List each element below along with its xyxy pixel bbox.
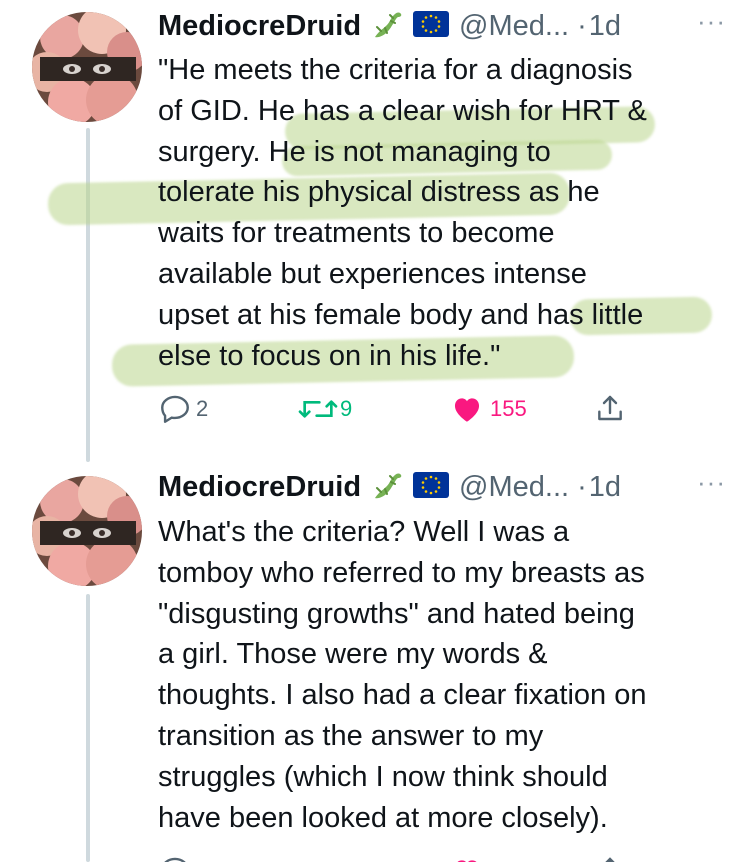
- reply-count: 2: [196, 396, 209, 421]
- retweet-count: 9: [340, 396, 353, 421]
- tweet-header: MediocreDruid @Med... · 1d: [158, 4, 621, 48]
- reply-icon: [158, 392, 192, 426]
- tweet-text-line: upset at his female body and has little: [158, 298, 644, 331]
- share-icon: [594, 392, 626, 426]
- tweet-text-line: surgery. He is not managing to: [158, 135, 551, 168]
- tweet-text-line: thoughts. I also had a clear fixation on: [158, 679, 647, 712]
- more-icon[interactable]: ···: [697, 467, 726, 498]
- share-button[interactable]: [594, 392, 626, 426]
- separator-dot: ·: [577, 9, 587, 42]
- retweet-icon: [298, 392, 338, 426]
- tweet-text-line: tomboy who referred to my breasts as: [158, 556, 645, 589]
- lizard-emoji-icon: [371, 9, 403, 44]
- author-name[interactable]: MediocreDruid: [158, 10, 361, 43]
- avatar[interactable]: [32, 476, 142, 586]
- tweet-text-line: struggles (which I now think should: [158, 760, 608, 793]
- share-button[interactable]: [594, 854, 626, 862]
- eu-flag-icon: [413, 471, 450, 503]
- tweet-text: What's the criteria? Well I was a tomboy…: [158, 512, 728, 838]
- lizard-emoji-icon: [371, 470, 403, 505]
- tweet-text-line: "disgusting growths" and hated being: [158, 597, 635, 630]
- like-button[interactable]: 155: [450, 392, 527, 426]
- tweet-text-line: else to focus on in his life.": [158, 339, 501, 372]
- reply-button[interactable]: [158, 854, 192, 862]
- thread-connector-line: [86, 128, 90, 462]
- author-handle[interactable]: @Med...: [459, 471, 569, 504]
- tweet-text-line: of GID. He has a clear wish for HRT &: [158, 94, 647, 127]
- more-icon[interactable]: ···: [697, 6, 726, 37]
- timestamp[interactable]: 1d: [589, 471, 621, 504]
- retweet-button[interactable]: [298, 854, 338, 862]
- timestamp[interactable]: 1d: [589, 10, 621, 43]
- like-count: 155: [490, 396, 527, 421]
- separator-dot: ·: [577, 470, 587, 503]
- tweet-text-line: available but experiences intense: [158, 257, 587, 290]
- author-name[interactable]: MediocreDruid: [158, 471, 361, 504]
- tweet-text-line: transition as the answer to my: [158, 719, 544, 752]
- heart-icon: [450, 392, 484, 426]
- author-handle[interactable]: @Med...: [459, 10, 569, 43]
- like-button[interactable]: [450, 854, 484, 862]
- retweet-button[interactable]: 9: [298, 392, 352, 426]
- share-icon: [594, 854, 626, 862]
- avatar[interactable]: [32, 12, 142, 122]
- tweet-actions: 2 9 155: [158, 392, 628, 432]
- tweet-text-line: What's the criteria? Well I was a: [158, 516, 570, 548]
- tweet-text-line: a girl. Those were my words &: [158, 638, 548, 671]
- tweet-text-line: waits for treatments to become: [158, 217, 555, 250]
- heart-icon: [450, 854, 484, 862]
- reply-button[interactable]: 2: [158, 392, 208, 426]
- tweet-text-line: tolerate his physical distress as he: [158, 176, 600, 209]
- tweet-actions: [158, 850, 628, 862]
- eu-flag-icon: [413, 10, 450, 42]
- tweet-header: MediocreDruid @Med... · 1d: [158, 465, 621, 509]
- thread-connector-line: [86, 594, 90, 862]
- tweet-text: "He meets the criteria for a diagnosis o…: [158, 50, 728, 376]
- tweet-text-line: "He meets the criteria for a diagnosis: [158, 54, 633, 86]
- retweet-icon: [298, 854, 338, 862]
- tweet-text-line: have been looked at more closely).: [158, 801, 608, 834]
- reply-icon: [158, 854, 192, 862]
